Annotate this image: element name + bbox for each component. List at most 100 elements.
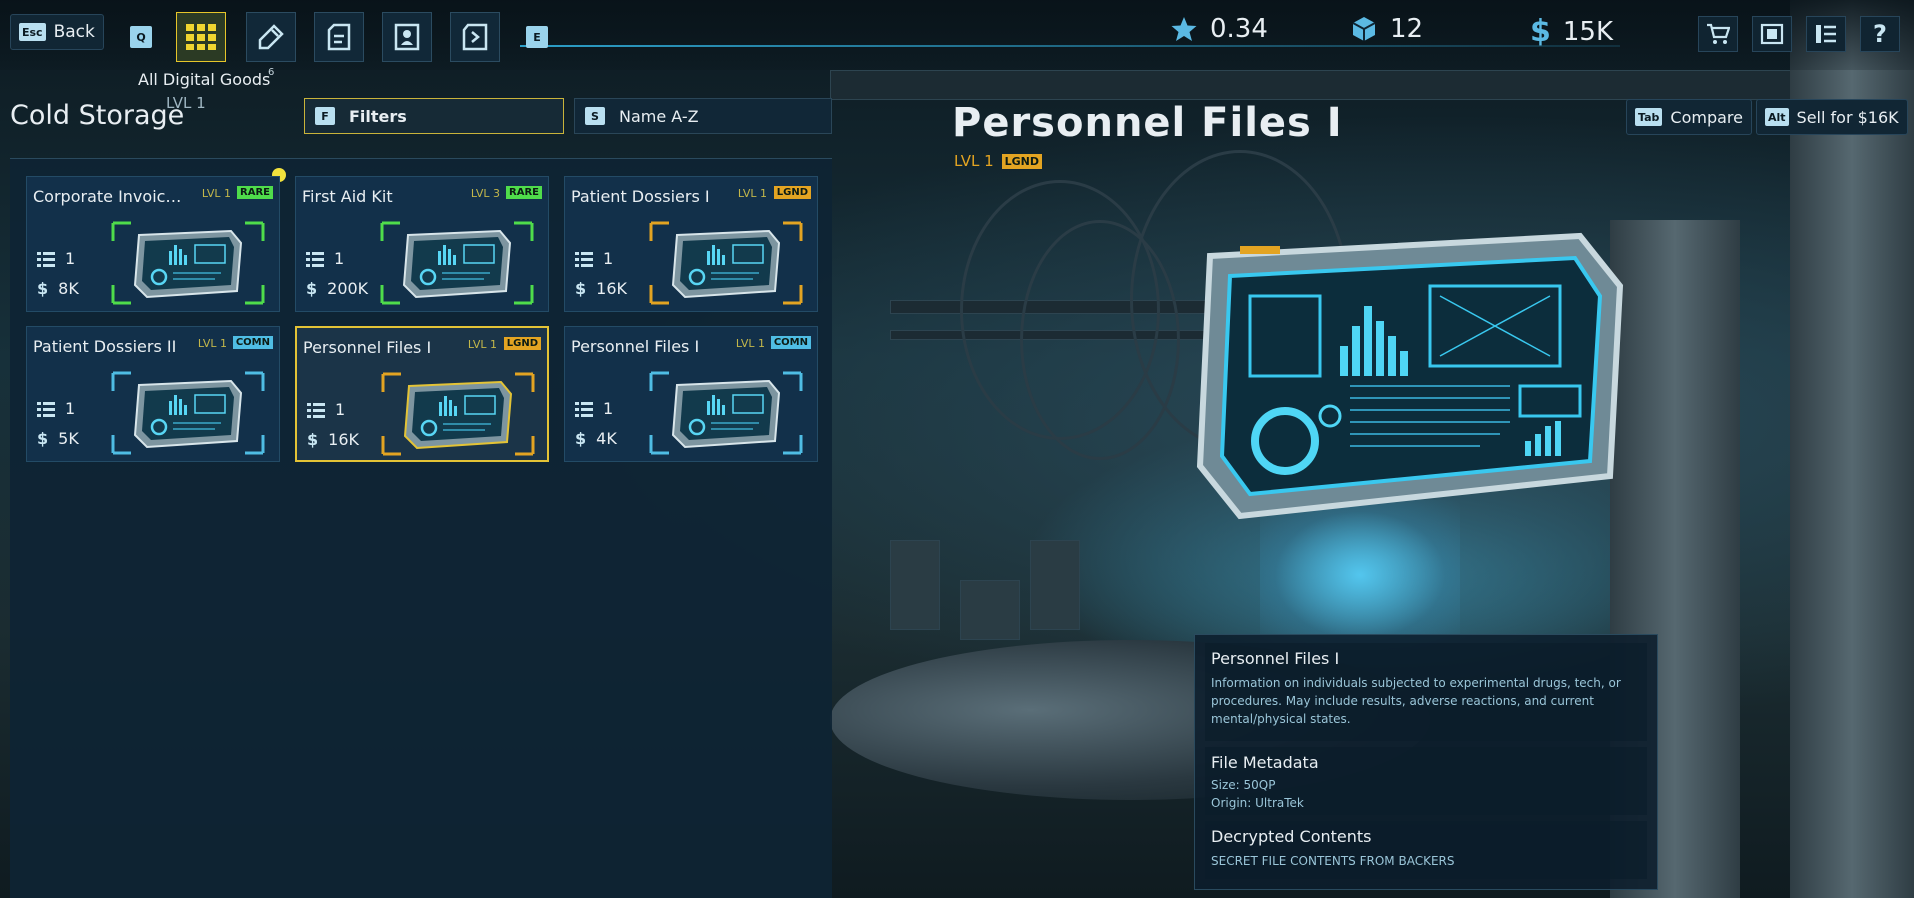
rarity-badge: COMN — [232, 336, 273, 349]
item-value: 16K — [328, 430, 359, 449]
tab-documents[interactable] — [314, 12, 364, 62]
tab-programs[interactable] — [450, 12, 500, 62]
tab-all-digital-goods[interactable] — [176, 12, 226, 62]
tab-tools[interactable] — [246, 12, 296, 62]
item-rarity-badge: LGND — [1001, 153, 1043, 169]
metadata-title: File Metadata — [1211, 753, 1319, 772]
dollar-icon: $ — [37, 429, 49, 448]
dollar-icon: $ — [37, 279, 49, 298]
sell-button[interactable]: Alt Sell for $16K — [1756, 99, 1908, 135]
item-value: 4K — [596, 429, 617, 448]
item-name: Patient Dossiers I — [571, 187, 710, 206]
item-title: Personnel Files I — [952, 100, 1343, 146]
rarity-badge: COMN — [770, 336, 811, 349]
rarity-badge: LGND — [773, 186, 811, 199]
item-value: 200K — [327, 279, 369, 298]
item-quantity-row: 1 — [37, 249, 75, 268]
cube-icon — [1352, 17, 1376, 41]
item-value: 8K — [58, 279, 79, 298]
sort-button[interactable]: S Name A-Z — [574, 98, 832, 134]
item-quantity: 1 — [334, 249, 345, 268]
storage-title: Cold Storage — [10, 100, 185, 131]
inventory-item-card[interactable]: First Aid Kit LVL 3 RARE 1 $200K — [295, 176, 549, 312]
stack-icon — [575, 251, 593, 267]
sort-label: Name A-Z — [619, 106, 699, 126]
item-quantity: 1 — [603, 249, 614, 268]
tab-contacts[interactable] — [382, 12, 432, 62]
decrypted-contents: SECRET FILE CONTENTS FROM BACKERS — [1211, 854, 1455, 868]
dollar-icon: $ — [306, 279, 318, 298]
shop-button[interactable] — [1698, 16, 1738, 52]
credits-value: 15K — [1562, 16, 1614, 47]
tab-key-hint: Tab — [1635, 108, 1663, 126]
stack-icon — [37, 401, 55, 417]
item-description: Information on individuals subjected to … — [1211, 676, 1621, 726]
item-name: Corporate Invoic… — [33, 187, 182, 206]
dollar-icon: $ — [1530, 14, 1551, 49]
stack-icon — [306, 251, 324, 267]
filter-key-hint: F — [315, 107, 335, 125]
category-count: 6 — [268, 67, 275, 78]
item-quantity-row: 1 — [575, 249, 613, 268]
item-level: LVL 1 — [197, 337, 227, 350]
compare-button[interactable]: Tab Compare — [1626, 99, 1752, 135]
item-quantity: 1 — [65, 249, 76, 268]
metadata-section: File Metadata Size: 50QP Origin: UltraTe… — [1205, 747, 1647, 815]
inventory-item-card[interactable]: Patient Dossiers II LVL 1 COMN 1 $5K — [26, 326, 280, 462]
list-button[interactable] — [1806, 16, 1846, 52]
credits-stat: $ 15K — [1530, 14, 1613, 49]
file-size: Size: 50QP — [1211, 778, 1276, 792]
datapad-thumbnail-icon — [111, 371, 265, 455]
dollar-icon: $ — [575, 429, 587, 448]
info-item-name: Personnel Files I — [1211, 649, 1340, 668]
inventory-item-card[interactable]: Personnel Files I LVL 1 COMN 1 $4K — [564, 326, 818, 462]
item-level: LVL 1 — [954, 152, 994, 170]
filters-button[interactable]: F Filters — [304, 98, 564, 134]
item-name: Personnel Files I — [303, 338, 432, 357]
item-info-panel: Personnel Files I Information on individ… — [1194, 634, 1658, 890]
item-quantity-row: 1 — [306, 249, 344, 268]
sell-label: Sell for $16K — [1796, 107, 1899, 127]
item-level: LVL 1 — [467, 338, 497, 351]
item-quantity: 1 — [65, 399, 76, 418]
rarity-badge: RARE — [506, 186, 542, 199]
inventory-item-card[interactable]: Personnel Files I LVL 1 LGND 1 $16K — [295, 326, 549, 462]
item-level: LVL 1 — [735, 337, 765, 350]
item-value: 16K — [596, 279, 627, 298]
prev-tab-key[interactable]: Q — [130, 26, 152, 48]
inventory-stat: 12 — [1350, 14, 1423, 44]
person-card-icon — [394, 23, 420, 51]
cart-icon — [1707, 23, 1730, 44]
item-value-row: $16K — [307, 430, 359, 449]
item-value-row: $4K — [575, 429, 617, 448]
description-section: Personnel Files I Information on individ… — [1205, 643, 1647, 741]
datapad-icon — [1196, 232, 1624, 520]
inventory-item-card[interactable]: Patient Dossiers I LVL 1 LGND 1 $16K — [564, 176, 818, 312]
item-quantity: 1 — [603, 399, 614, 418]
inventory-item-card[interactable]: Corporate Invoic… LVL 1 RARE 1 $8K — [26, 176, 280, 312]
item-name: Patient Dossiers II — [33, 337, 177, 356]
item-value-row: $8K — [37, 279, 79, 298]
item-level: LVL 1 — [201, 187, 231, 200]
storage-button[interactable] — [1752, 16, 1792, 52]
star-icon — [1171, 17, 1197, 41]
stack-icon — [575, 401, 593, 417]
item-value-row: $5K — [37, 429, 79, 448]
datapad-thumbnail-icon — [649, 371, 803, 455]
datapad-thumbnail-icon — [381, 372, 535, 456]
next-tab-key[interactable]: E — [526, 26, 548, 48]
esc-key-hint: Esc — [19, 23, 46, 41]
stack-icon — [37, 251, 55, 267]
item-quantity-row: 1 — [575, 399, 613, 418]
item-value-row: $16K — [575, 279, 627, 298]
help-button[interactable]: ? — [1860, 16, 1900, 52]
item-level: LVL 3 — [470, 187, 500, 200]
contents-title: Decrypted Contents — [1211, 827, 1372, 846]
item-quantity: 1 — [335, 400, 346, 419]
datapad-thumbnail-icon — [111, 221, 265, 305]
compare-label: Compare — [1670, 107, 1743, 127]
back-button[interactable]: Esc Back — [10, 14, 104, 50]
back-label: Back — [53, 22, 95, 42]
document-icon — [327, 23, 351, 51]
help-icon: ? — [1873, 20, 1887, 48]
